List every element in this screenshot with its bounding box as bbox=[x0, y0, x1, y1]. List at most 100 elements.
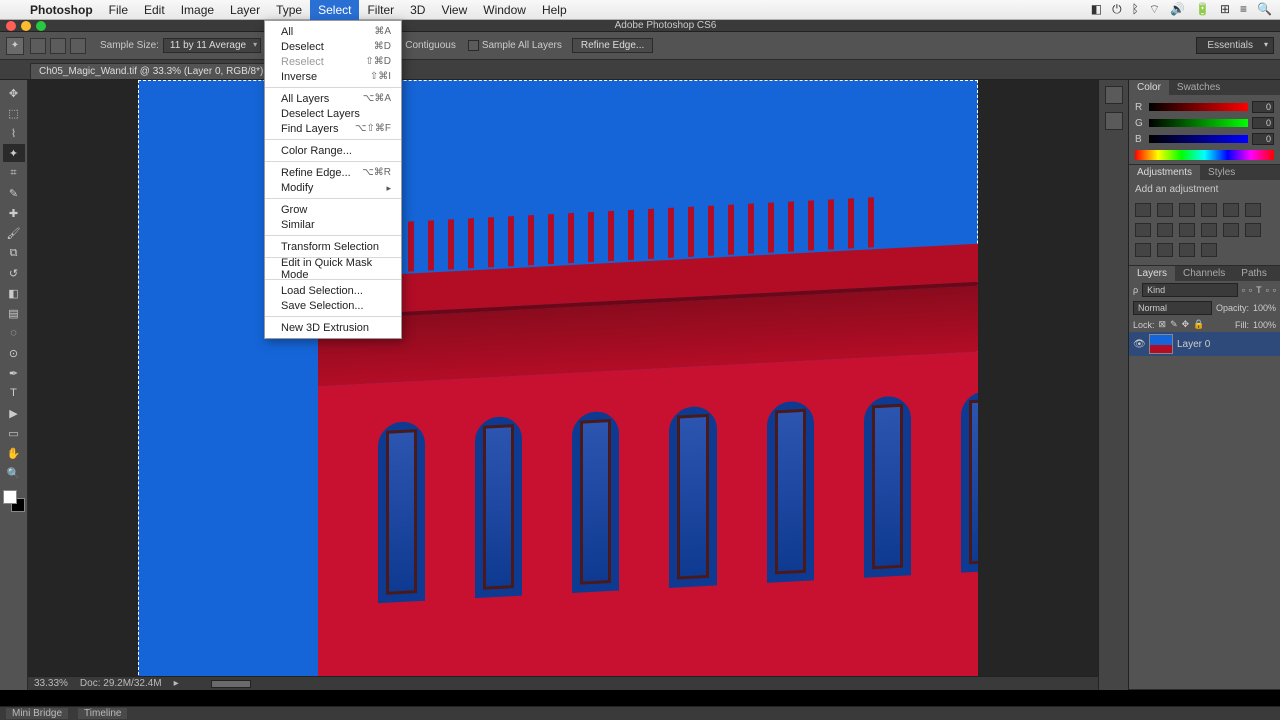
adjustment-icon[interactable] bbox=[1157, 243, 1173, 257]
menu-extra-icon[interactable]: ⏻ bbox=[1112, 2, 1122, 17]
color-swatches[interactable] bbox=[3, 490, 25, 512]
healing-brush-tool[interactable]: ✚ bbox=[3, 204, 25, 222]
scrollbar-thumb[interactable] bbox=[211, 680, 251, 688]
tab-styles[interactable]: Styles bbox=[1200, 165, 1243, 180]
menu-item-deselect[interactable]: Deselect⌘D bbox=[265, 39, 401, 54]
menu-item-deselect-layers[interactable]: Deselect Layers bbox=[265, 106, 401, 121]
filter-icon[interactable]: ▫ bbox=[1273, 285, 1276, 295]
tab-adjustments[interactable]: Adjustments bbox=[1129, 165, 1200, 180]
tab-timeline[interactable]: Timeline bbox=[78, 708, 127, 719]
lock-icon[interactable]: ⊠ bbox=[1159, 319, 1167, 330]
type-tool[interactable]: T bbox=[3, 384, 25, 402]
adjustment-icon[interactable] bbox=[1201, 203, 1217, 217]
menu-item-color-range[interactable]: Color Range... bbox=[265, 143, 401, 158]
menu-extra-icon[interactable]: ≡ bbox=[1240, 2, 1247, 17]
foreground-color-swatch[interactable] bbox=[3, 490, 17, 504]
menu-item-find-layers[interactable]: Find Layers⌥⇧⌘F bbox=[265, 121, 401, 136]
clone-stamp-tool[interactable]: ⧉ bbox=[3, 244, 25, 262]
filter-icon[interactable]: ▫ bbox=[1242, 285, 1245, 295]
active-tool-icon[interactable]: ✦ bbox=[6, 37, 24, 55]
menu-item-similar[interactable]: Similar bbox=[265, 217, 401, 232]
workspace-switcher[interactable]: Essentials bbox=[1196, 37, 1274, 54]
menu-window[interactable]: Window bbox=[475, 0, 534, 20]
b-value[interactable]: 0 bbox=[1252, 133, 1274, 145]
adjustment-icon[interactable] bbox=[1157, 223, 1173, 237]
properties-panel-icon[interactable] bbox=[1105, 112, 1123, 130]
close-window-button[interactable] bbox=[6, 21, 16, 31]
menu-extra-icon[interactable]: ⊞ bbox=[1220, 2, 1230, 17]
menu-type[interactable]: Type bbox=[268, 0, 310, 20]
lock-icon[interactable]: ✎ bbox=[1170, 319, 1178, 330]
doc-size[interactable]: Doc: 29.2M/32.4M bbox=[80, 678, 162, 689]
blur-tool[interactable]: ◌ bbox=[3, 324, 25, 342]
r-slider[interactable] bbox=[1149, 103, 1248, 111]
document-tab[interactable]: Ch05_Magic_Wand.tif @ 33.3% (Layer 0, RG… bbox=[30, 63, 284, 79]
menu-file[interactable]: File bbox=[101, 0, 136, 20]
zoom-window-button[interactable] bbox=[36, 21, 46, 31]
tab-mini-bridge[interactable]: Mini Bridge bbox=[6, 708, 68, 719]
brush-tool[interactable]: 🖌 bbox=[3, 224, 25, 242]
shape-tool[interactable]: ▭ bbox=[3, 424, 25, 442]
filter-kind-dropdown[interactable]: Kind bbox=[1142, 283, 1238, 297]
adjustment-icon[interactable] bbox=[1157, 203, 1173, 217]
volume-icon[interactable]: 🔊 bbox=[1170, 2, 1185, 17]
sample-all-checkbox[interactable] bbox=[468, 40, 479, 51]
history-panel-icon[interactable] bbox=[1105, 86, 1123, 104]
gradient-tool[interactable]: ▤ bbox=[3, 304, 25, 322]
filter-icon[interactable]: T bbox=[1256, 285, 1262, 295]
menu-item-load-selection[interactable]: Load Selection... bbox=[265, 283, 401, 298]
visibility-toggle[interactable]: 👁 bbox=[1133, 339, 1145, 350]
menu-image[interactable]: Image bbox=[173, 0, 222, 20]
hand-tool[interactable]: ✋ bbox=[3, 444, 25, 462]
dodge-tool[interactable]: ⊙ bbox=[3, 344, 25, 362]
move-tool[interactable]: ✥ bbox=[3, 84, 25, 102]
tab-color[interactable]: Color bbox=[1129, 80, 1169, 95]
layer-thumbnail[interactable] bbox=[1149, 334, 1173, 354]
adjustment-icon[interactable] bbox=[1179, 203, 1195, 217]
b-slider[interactable] bbox=[1149, 135, 1248, 143]
bluetooth-icon[interactable]: ᛒ bbox=[1132, 2, 1139, 17]
tab-paths[interactable]: Paths bbox=[1233, 266, 1275, 281]
tool-preset-picker[interactable] bbox=[50, 38, 66, 54]
menu-extra-icon[interactable]: ◧ bbox=[1091, 2, 1102, 17]
adjustment-icon[interactable] bbox=[1135, 243, 1151, 257]
layer-row[interactable]: 👁 Layer 0 bbox=[1129, 332, 1280, 356]
menu-help[interactable]: Help bbox=[534, 0, 575, 20]
lock-icon[interactable]: ✥ bbox=[1182, 319, 1190, 330]
menu-item-modify[interactable]: Modify bbox=[265, 180, 401, 195]
zoom-tool[interactable]: 🔍 bbox=[3, 464, 25, 482]
crop-tool[interactable]: ⌗ bbox=[3, 164, 25, 182]
adjustment-icon[interactable] bbox=[1223, 223, 1239, 237]
menu-select[interactable]: Select bbox=[310, 0, 359, 20]
eyedropper-tool[interactable]: ✎ bbox=[3, 184, 25, 202]
adjustment-icon[interactable] bbox=[1135, 223, 1151, 237]
layer-name[interactable]: Layer 0 bbox=[1177, 339, 1210, 350]
tab-swatches[interactable]: Swatches bbox=[1169, 80, 1228, 95]
lock-icon[interactable]: 🔒 bbox=[1193, 319, 1204, 330]
tab-layers[interactable]: Layers bbox=[1129, 266, 1175, 281]
menu-item-inverse[interactable]: Inverse⇧⌘I bbox=[265, 69, 401, 84]
menu-item-save-selection[interactable]: Save Selection... bbox=[265, 298, 401, 313]
refine-edge-button[interactable]: Refine Edge... bbox=[572, 38, 653, 53]
marquee-tool[interactable]: ⬚ bbox=[3, 104, 25, 122]
menu-item-grow[interactable]: Grow bbox=[265, 202, 401, 217]
fill-value[interactable]: 100% bbox=[1253, 320, 1276, 330]
spotlight-icon[interactable]: 🔍 bbox=[1257, 2, 1272, 17]
menu-item-refine-edge[interactable]: Refine Edge...⌥⌘R bbox=[265, 165, 401, 180]
adjustment-icon[interactable] bbox=[1179, 243, 1195, 257]
wifi-icon[interactable]: ⌔ bbox=[1149, 2, 1160, 17]
menu-item-new-3d-extrusion[interactable]: New 3D Extrusion bbox=[265, 320, 401, 335]
menu-item-edit-in-quick-mask-mode[interactable]: Edit in Quick Mask Mode bbox=[265, 261, 401, 276]
zoom-level[interactable]: 33.33% bbox=[34, 678, 68, 689]
canvas-area[interactable]: 33.33% Doc: 29.2M/32.4M ▸ bbox=[28, 80, 1098, 690]
adjustment-icon[interactable] bbox=[1135, 203, 1151, 217]
minimize-window-button[interactable] bbox=[21, 21, 31, 31]
menu-item-all-layers[interactable]: All Layers⌥⌘A bbox=[265, 91, 401, 106]
sample-size-dropdown[interactable]: 11 by 11 Average bbox=[163, 38, 261, 53]
adjustment-icon[interactable] bbox=[1223, 203, 1239, 217]
lasso-tool[interactable]: ⌇ bbox=[3, 124, 25, 142]
magic-wand-tool[interactable]: ✦ bbox=[3, 144, 25, 162]
filter-icon[interactable]: ▫ bbox=[1249, 285, 1252, 295]
menu-3d[interactable]: 3D bbox=[402, 0, 433, 20]
adjustment-icon[interactable] bbox=[1245, 203, 1261, 217]
